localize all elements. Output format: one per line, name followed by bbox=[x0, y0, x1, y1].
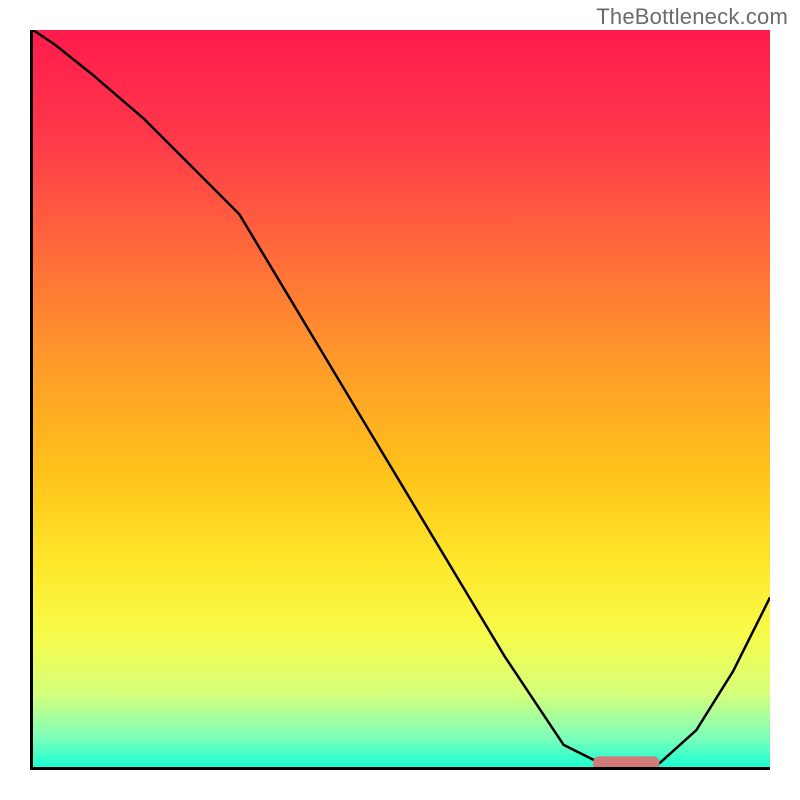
plot-area bbox=[33, 30, 770, 767]
watermark-text: TheBottleneck.com bbox=[596, 4, 788, 30]
gradient-background bbox=[33, 30, 770, 767]
chart-svg bbox=[33, 30, 770, 767]
plot-frame bbox=[30, 30, 770, 770]
optimum-marker bbox=[593, 756, 659, 767]
